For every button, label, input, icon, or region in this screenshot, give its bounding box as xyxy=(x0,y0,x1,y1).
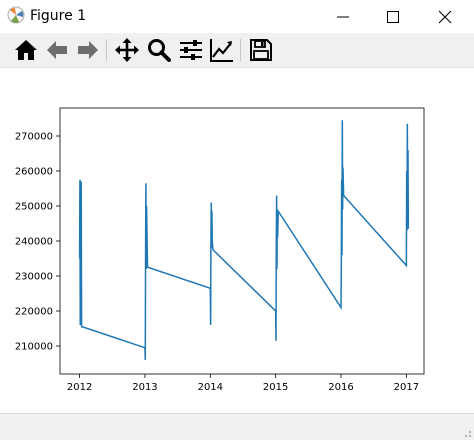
axes-frame xyxy=(59,107,425,375)
edit-axes-button[interactable] xyxy=(208,36,236,64)
y-tick-label: 210000 xyxy=(15,342,53,353)
x-tick-label: 2014 xyxy=(198,382,223,393)
x-tick-label: 2015 xyxy=(263,382,288,393)
x-tick-label: 2013 xyxy=(132,382,157,393)
home-icon xyxy=(15,40,37,60)
back-button[interactable] xyxy=(43,36,71,64)
line-chart: 2012 2013 2014 2015 2016 2017 210000 220000 2300… xyxy=(15,107,425,393)
toolbar-separator xyxy=(106,39,107,61)
x-tick-label: 2017 xyxy=(394,382,419,393)
y-tick-label: 220000 xyxy=(15,307,53,318)
resize-grip-icon[interactable] xyxy=(462,428,472,438)
maximize-button[interactable] xyxy=(368,0,418,33)
series-line xyxy=(78,120,410,361)
navigation-toolbar xyxy=(0,33,474,68)
minimize-button[interactable] xyxy=(318,0,368,33)
matplotlib-icon xyxy=(7,6,25,24)
y-tick-label: 270000 xyxy=(15,132,53,143)
back-icon xyxy=(47,41,67,59)
close-icon xyxy=(438,10,452,24)
save-icon xyxy=(250,39,272,61)
save-button[interactable] xyxy=(247,36,275,64)
forward-icon xyxy=(78,41,98,59)
y-tick-label: 230000 xyxy=(15,272,53,283)
window-title: Figure 1 xyxy=(30,8,87,24)
status-bar xyxy=(0,413,474,440)
y-tick-label: 240000 xyxy=(15,237,53,248)
subplots-icon xyxy=(180,40,202,60)
figure-canvas[interactable]: 2012 2013 2014 2015 2016 2017 210000 220000 2300… xyxy=(0,68,474,413)
maximize-icon xyxy=(387,11,399,23)
subplots-button[interactable] xyxy=(177,36,205,64)
zoom-button[interactable] xyxy=(145,36,173,64)
x-tick-label: 2012 xyxy=(67,382,92,393)
zoom-icon xyxy=(148,39,171,62)
pan-button[interactable] xyxy=(113,36,141,64)
y-tick-label: 250000 xyxy=(15,202,53,213)
edit-axes-icon xyxy=(210,39,233,62)
pan-icon xyxy=(115,38,139,62)
home-button[interactable] xyxy=(12,36,40,64)
x-tick-label: 2016 xyxy=(328,382,353,393)
title-bar: Figure 1 xyxy=(0,0,474,33)
y-tick-label: 260000 xyxy=(15,167,53,178)
forward-button[interactable] xyxy=(74,36,102,64)
close-button[interactable] xyxy=(420,0,470,33)
toolbar-separator xyxy=(240,39,241,61)
minimize-icon xyxy=(337,16,349,18)
